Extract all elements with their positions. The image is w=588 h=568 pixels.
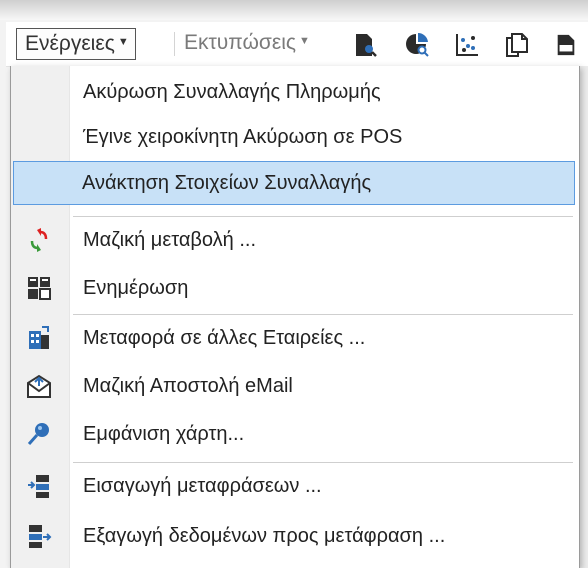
menu-separator — [73, 314, 573, 315]
scatter-chart-icon[interactable] — [454, 32, 480, 58]
menu-item-retrieve-transaction[interactable]: Ανάκτηση Στοιχείων Συναλλαγής — [13, 161, 575, 205]
actions-dropdown-menu: Ακύρωση Συναλλαγής Πληρωμής Έγινε χειροκ… — [10, 66, 580, 568]
actions-label: Ενέργειες — [25, 32, 115, 55]
window-frame: Ενέργειες ▼ Εκτυπώσεις ▼ Ακύρωση Συναλλα… — [0, 0, 588, 568]
menu-item-cancel-payment[interactable]: Ακύρωση Συναλλαγής Πληρωμής — [13, 70, 575, 114]
caret-down-icon: ▼ — [117, 36, 129, 48]
caret-down-icon: ▼ — [298, 35, 310, 47]
menu-item-import-translations[interactable]: Εισαγωγή μεταφράσεων ... — [13, 464, 575, 508]
transfer-company-icon — [29, 326, 49, 349]
menu-item-label: Εμφάνιση χάρτη... — [83, 422, 245, 445]
menu-item-label: Εισαγωγή μεταφράσεων ... — [83, 474, 322, 497]
menu-item-update[interactable]: Ενημέρωση — [13, 266, 575, 310]
menu-item-show-map[interactable]: Εμφάνιση χάρτη... — [13, 412, 575, 456]
copy-document-icon[interactable] — [504, 32, 530, 58]
menu-item-transfer-companies[interactable]: Μεταφορά σε άλλες Εταιρείες ... — [13, 316, 575, 360]
menu-item-export-translation[interactable]: Εξαγωγή δεδομένων προς μετάφραση ... — [13, 514, 575, 558]
document-search-icon[interactable] — [352, 32, 378, 58]
csv-file-icon[interactable] — [554, 32, 578, 58]
chart-search-icon[interactable] — [404, 32, 430, 58]
import-translations-icon — [28, 475, 49, 498]
menu-item-label: Μαζική Αποστολή eMail — [83, 374, 293, 397]
menu-item-bulk-change[interactable]: Μαζική μεταβολή ... — [13, 218, 575, 262]
menu-item-manual-pos-cancel[interactable]: Έγινε χειροκίνητη Ακύρωση σε POS — [13, 115, 575, 159]
bulk-change-icon — [30, 228, 48, 252]
menu-separator — [73, 216, 573, 217]
menu-item-label: Μεταφορά σε άλλες Εταιρείες ... — [83, 326, 366, 349]
prints-menu-button[interactable]: Εκτυπώσεις ▼ — [184, 28, 310, 58]
menu-item-label: Ανάκτηση Στοιχείων Συναλλαγής — [82, 171, 372, 194]
actions-menu-button[interactable]: Ενέργειες ▼ — [16, 28, 136, 60]
menu-item-label: Έγινε χειροκίνητη Ακύρωση σε POS — [83, 125, 403, 148]
menu-item-label: Ακύρωση Συναλλαγής Πληρωμής — [83, 80, 381, 103]
menu-item-label: Εξαγωγή δεδομένων προς μετάφραση ... — [83, 524, 446, 547]
toolbar: Ενέργειες ▼ Εκτυπώσεις ▼ — [6, 22, 588, 67]
mass-email-icon — [27, 374, 51, 398]
prints-label: Εκτυπώσεις — [184, 31, 296, 54]
toolbar-separator — [174, 32, 175, 56]
export-translation-icon — [29, 525, 52, 548]
map-pin-icon — [27, 423, 49, 445]
menu-item-mass-email[interactable]: Μαζική Αποστολή eMail — [13, 364, 575, 408]
update-icon — [28, 277, 51, 300]
menu-separator — [73, 462, 573, 463]
menu-item-label: Μαζική μεταβολή ... — [83, 228, 257, 251]
menu-item-label: Ενημέρωση — [83, 276, 189, 299]
top-shadow — [0, 0, 588, 20]
